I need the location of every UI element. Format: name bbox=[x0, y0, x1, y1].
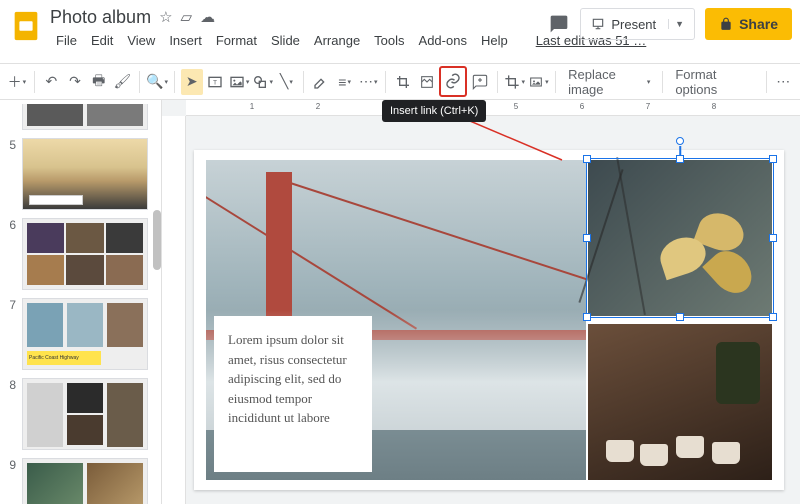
workspace: 5 6 7 Pacific Coast Highway bbox=[0, 100, 800, 504]
separator bbox=[385, 71, 386, 93]
more-tools-button[interactable]: ⋯ bbox=[772, 69, 794, 95]
line-tool[interactable]: ╲ bbox=[276, 69, 298, 95]
print-button[interactable]: 🖶 bbox=[88, 69, 110, 95]
slide-thumbnail-7[interactable]: Pacific Coast Highway bbox=[22, 298, 148, 370]
toolbar: ＋ ↶ ↷ 🖶 🖌 🔍 ➤ T ╲ ≡ ⋯ Replace image bbox=[0, 64, 800, 100]
insert-link-button[interactable] bbox=[441, 68, 465, 94]
slide-thumbnail-9[interactable] bbox=[22, 458, 148, 504]
redo-button[interactable]: ↷ bbox=[64, 69, 86, 95]
textbox-tool[interactable]: T bbox=[205, 69, 227, 95]
resize-handle[interactable] bbox=[769, 155, 777, 163]
comments-icon[interactable] bbox=[548, 13, 570, 35]
format-options-button[interactable]: Format options bbox=[669, 69, 759, 95]
separator bbox=[555, 71, 556, 93]
canvas[interactable]: 1 2 3 4 5 6 7 8 Lorem ipsum dolor sit am… bbox=[162, 100, 800, 504]
present-icon bbox=[591, 17, 605, 31]
crop-image-button[interactable] bbox=[504, 69, 526, 95]
slide-thumbnail-4[interactable] bbox=[22, 104, 148, 130]
present-dropdown-icon[interactable]: ▼ bbox=[668, 19, 684, 29]
shape-tool[interactable] bbox=[252, 69, 274, 95]
resize-handle[interactable] bbox=[769, 313, 777, 321]
replace-image-button[interactable]: Replace image bbox=[562, 69, 656, 95]
share-label: Share bbox=[739, 16, 778, 32]
resize-handle[interactable] bbox=[676, 155, 684, 163]
thumb-number: 9 bbox=[6, 458, 16, 472]
present-label: Present bbox=[611, 17, 656, 32]
rotate-handle[interactable] bbox=[676, 137, 684, 145]
document-title[interactable]: Photo album bbox=[50, 7, 151, 28]
insert-link-highlight bbox=[439, 66, 467, 97]
menu-format[interactable]: Format bbox=[210, 30, 263, 51]
share-button[interactable]: Share bbox=[705, 8, 792, 40]
menu-slide[interactable]: Slide bbox=[265, 30, 306, 51]
reset-image-button[interactable] bbox=[416, 69, 438, 95]
filmstrip-scrollbar[interactable] bbox=[153, 210, 161, 270]
move-to-folder-icon[interactable]: ▱ bbox=[181, 8, 193, 26]
thumb-number: 5 bbox=[6, 138, 16, 152]
mask-image-button[interactable] bbox=[528, 69, 550, 95]
thumb-number: 6 bbox=[6, 218, 16, 232]
undo-button[interactable]: ↶ bbox=[41, 69, 63, 95]
border-weight-button[interactable]: ≡ bbox=[334, 69, 356, 95]
star-icon[interactable]: ☆ bbox=[159, 8, 172, 26]
slide-thumbnail-6[interactable] bbox=[22, 218, 148, 290]
menu-edit[interactable]: Edit bbox=[85, 30, 119, 51]
separator bbox=[174, 71, 175, 93]
menu-file[interactable]: File bbox=[50, 30, 83, 51]
insert-link-tooltip: Insert link (Ctrl+K) bbox=[382, 100, 486, 122]
separator bbox=[34, 71, 35, 93]
svg-text:T: T bbox=[213, 79, 217, 86]
thumb-caption: Pacific Coast Highway bbox=[27, 351, 101, 365]
select-tool[interactable]: ➤ bbox=[181, 69, 203, 95]
filmstrip[interactable]: 5 6 7 Pacific Coast Highway bbox=[0, 100, 162, 504]
header-actions: Present ▼ Share bbox=[548, 8, 792, 40]
lock-icon bbox=[719, 17, 733, 31]
resize-handle[interactable] bbox=[583, 234, 591, 242]
slide-thumbnail-8[interactable] bbox=[22, 378, 148, 450]
horizontal-ruler: 1 2 3 4 5 6 7 8 bbox=[186, 100, 800, 116]
app-header: Photo album ☆ ▱ ☁ File Edit View Insert … bbox=[0, 0, 800, 64]
menu-help[interactable]: Help bbox=[475, 30, 514, 51]
thumb-number: 8 bbox=[6, 378, 16, 392]
resize-handle[interactable] bbox=[769, 234, 777, 242]
separator bbox=[303, 71, 304, 93]
menu-tools[interactable]: Tools bbox=[368, 30, 410, 51]
separator bbox=[662, 71, 663, 93]
slide[interactable]: Lorem ipsum dolor sit amet, risus consec… bbox=[194, 150, 784, 490]
slide-image-bottom-right[interactable] bbox=[588, 324, 772, 480]
menu-view[interactable]: View bbox=[121, 30, 161, 51]
vertical-ruler bbox=[162, 116, 186, 504]
crop-button[interactable] bbox=[392, 69, 414, 95]
slide-thumbnail-5[interactable] bbox=[22, 138, 148, 210]
paint-format-button[interactable]: 🖌 bbox=[112, 69, 134, 95]
menu-insert[interactable]: Insert bbox=[163, 30, 208, 51]
border-color-button[interactable] bbox=[310, 69, 332, 95]
menu-addons[interactable]: Add-ons bbox=[413, 30, 473, 51]
image-tool[interactable] bbox=[228, 69, 250, 95]
separator bbox=[139, 71, 140, 93]
menu-arrange[interactable]: Arrange bbox=[308, 30, 366, 51]
zoom-button[interactable]: 🔍 bbox=[146, 69, 168, 95]
present-button[interactable]: Present ▼ bbox=[580, 8, 695, 40]
slides-logo bbox=[8, 8, 44, 44]
thumb-number: 7 bbox=[6, 298, 16, 312]
cloud-status-icon[interactable]: ☁ bbox=[200, 8, 215, 26]
add-comment-button[interactable] bbox=[469, 69, 491, 95]
selection-box[interactable] bbox=[586, 158, 774, 318]
border-dash-button[interactable]: ⋯ bbox=[357, 69, 379, 95]
slide-textbox[interactable]: Lorem ipsum dolor sit amet, risus consec… bbox=[214, 316, 372, 472]
separator bbox=[497, 71, 498, 93]
separator bbox=[766, 71, 767, 93]
new-slide-button[interactable]: ＋ bbox=[6, 69, 28, 95]
resize-handle[interactable] bbox=[676, 313, 684, 321]
resize-handle[interactable] bbox=[583, 155, 591, 163]
resize-handle[interactable] bbox=[583, 313, 591, 321]
